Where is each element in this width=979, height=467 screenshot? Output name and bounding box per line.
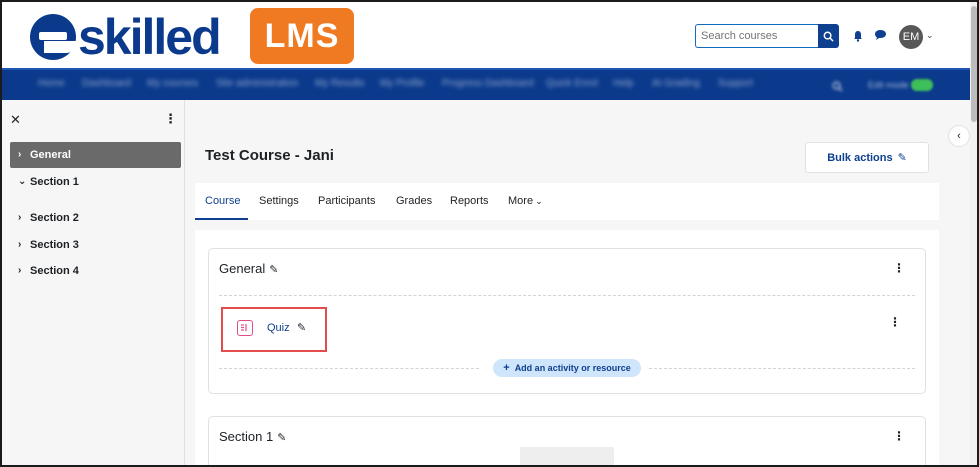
site-header: skilled LMS EM ⌄ <box>2 2 970 68</box>
nav-item-help[interactable]: Help <box>613 78 634 90</box>
tab-grades[interactable]: Grades <box>396 195 432 207</box>
plus-icon: + <box>503 362 510 374</box>
tab-participants[interactable]: Participants <box>318 195 375 207</box>
sidebar-item-label: Section 2 <box>30 212 79 224</box>
divider <box>219 295 915 296</box>
section-title[interactable]: Section 1 ✎ <box>219 429 286 444</box>
edit-mode-label: Edit mode <box>868 80 909 90</box>
vertical-scrollbar[interactable] <box>970 2 977 465</box>
nav-item-quick-enrol[interactable]: Quick Enrol <box>546 78 598 90</box>
primary-navigation: Home Dashboard My courses Site administr… <box>2 68 970 100</box>
search-icon <box>823 31 834 42</box>
section-options-kebab-icon[interactable]: ⋮ <box>893 261 905 275</box>
page-title: Test Course - Jani <box>205 147 334 164</box>
close-drawer-icon[interactable]: ✕ <box>10 112 21 128</box>
open-block-drawer-button[interactable]: ‹ <box>948 125 970 147</box>
tab-reports[interactable]: Reports <box>450 195 489 207</box>
edit-mode-toggle[interactable] <box>911 79 933 91</box>
nav-item-dashboard[interactable]: Dashboard <box>82 78 131 90</box>
add-activity-label: Add an activity or resource <box>514 363 631 373</box>
sidebar-item-label: General <box>30 149 71 161</box>
sidebar-item-section-3[interactable]: › Section 3 <box>10 232 181 258</box>
chevron-down-icon[interactable]: ⌄ <box>926 30 934 41</box>
main-content-area: Test Course - Jani Bulk actions ✎ ‹ Cour… <box>185 100 970 465</box>
sidebar-item-label: Section 4 <box>30 265 79 277</box>
section-options-kebab-icon[interactable]: ⋮ <box>893 429 905 443</box>
nav-item-ai-grading[interactable]: AI Grading <box>652 78 700 90</box>
notifications-bell-icon[interactable] <box>853 29 863 47</box>
nav-item-progress-dashboard[interactable]: Progress Dashboard <box>442 78 534 90</box>
sidebar-item-section-2[interactable]: › Section 2 <box>10 205 181 231</box>
section-title[interactable]: General ✎ <box>219 261 278 276</box>
active-tab-indicator <box>195 218 248 220</box>
eskilled-logo[interactable]: skilled <box>30 8 222 66</box>
loading-placeholder <box>520 447 614 465</box>
divider <box>649 368 915 369</box>
search-button[interactable] <box>818 24 839 48</box>
bulk-actions-label: Bulk actions <box>827 151 893 164</box>
secondary-navigation-tabs: Course Settings Participants Grades Repo… <box>195 183 939 220</box>
nav-item-my-courses[interactable]: My courses <box>147 78 198 90</box>
nav-item-my-results[interactable]: My Results <box>315 78 364 90</box>
search-input[interactable] <box>695 24 819 48</box>
nav-item-support[interactable]: Support <box>718 78 753 90</box>
browser-frame: skilled LMS EM ⌄ Home Dashboard My cours… <box>0 0 979 467</box>
lms-logo-badge: LMS <box>250 8 354 64</box>
pencil-icon: ✎ <box>897 152 907 164</box>
messages-chat-icon[interactable] <box>874 28 887 46</box>
chevron-right-icon[interactable]: › <box>18 212 30 223</box>
quiz-icon <box>237 320 253 336</box>
section-title-text: General <box>219 261 266 276</box>
course-content: General ✎ ⋮ Quiz ✎ ⋮ + Add an activity or… <box>195 230 939 465</box>
sidebar-item-section-1[interactable]: ⌄ Section 1 <box>10 169 181 195</box>
chevron-down-icon: ⌄ <box>535 196 543 206</box>
pencil-icon[interactable]: ✎ <box>277 432 286 444</box>
nav-item-site-administration[interactable]: Site administration <box>216 78 298 90</box>
bulk-actions-button[interactable]: Bulk actions ✎ <box>805 142 929 173</box>
add-activity-button[interactable]: + Add an activity or resource <box>493 359 641 377</box>
nav-item-my-profile[interactable]: My Profile <box>380 78 424 90</box>
chevron-right-icon[interactable]: › <box>18 265 30 276</box>
logo-e-mark <box>30 14 76 60</box>
chevron-down-icon[interactable]: ⌄ <box>18 176 30 187</box>
sidebar-item-label: Section 1 <box>30 176 79 188</box>
pencil-icon[interactable]: ✎ <box>297 321 306 334</box>
sidebar-item-label: Section 3 <box>30 239 79 251</box>
sidebar-item-section-4[interactable]: › Section 4 <box>10 258 181 284</box>
course-index-drawer: ✕ ⋮ › General ⌄ Section 1 › Section 2 › … <box>2 100 185 465</box>
tab-more[interactable]: More ⌄ <box>508 195 543 207</box>
scrollbar-thumb[interactable] <box>971 6 977 122</box>
drawer-options-kebab-icon[interactable]: ⋮ <box>164 111 177 127</box>
chevron-left-icon: ‹ <box>957 130 961 142</box>
activity-quiz[interactable]: Quiz ✎ <box>221 307 327 352</box>
chevron-right-icon[interactable]: › <box>18 149 30 160</box>
chevron-right-icon[interactable]: › <box>18 239 30 250</box>
section-title-text: Section 1 <box>219 429 274 444</box>
nav-item-home[interactable]: Home <box>38 78 65 90</box>
tab-settings[interactable]: Settings <box>259 195 299 207</box>
activity-options-kebab-icon[interactable]: ⋮ <box>889 315 901 329</box>
quiz-link[interactable]: Quiz <box>267 322 290 334</box>
tab-course[interactable]: Course <box>205 195 240 207</box>
tab-more-label: More <box>508 195 534 207</box>
section-general: General ✎ ⋮ Quiz ✎ ⋮ + Add an activity or… <box>208 248 926 394</box>
logo-wordmark: skilled <box>78 9 222 65</box>
pencil-icon[interactable]: ✎ <box>269 264 278 276</box>
nav-search-icon[interactable] <box>832 79 843 97</box>
user-avatar[interactable]: EM <box>899 25 923 49</box>
divider <box>219 368 479 369</box>
sidebar-item-general[interactable]: › General <box>10 142 181 168</box>
